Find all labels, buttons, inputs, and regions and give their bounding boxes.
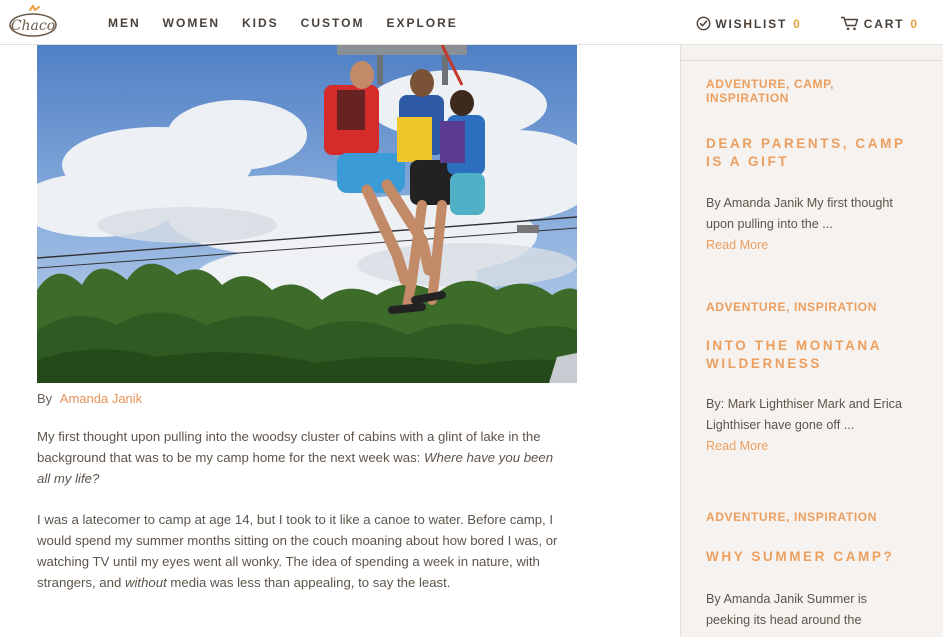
byline-prefix: By [37,391,53,406]
article-byline: By Amanda Janik [37,391,577,406]
sidebar-post: ADVENTURE, CAMP, INSPIRATION DEAR PARENT… [706,77,911,256]
post-excerpt: By Amanda Janik My first thought upon pu… [706,196,893,231]
cart-link[interactable]: CART 0 [840,16,917,31]
main-nav: MEN WOMEN KIDS CUSTOM EXPLORE [108,16,480,30]
post-title[interactable]: INTO THE MONTANA WILDERNESS [706,337,911,373]
wishlist-count: 0 [793,16,800,31]
related-posts-sidebar: ADVENTURE, CAMP, INSPIRATION DEAR PARENT… [680,45,943,637]
read-more-link[interactable]: Read More [706,235,911,256]
sidebar-post: ADVENTURE, INSPIRATION WHY SUMMER CAMP? … [706,510,911,631]
paragraph-2-emphasis: without [124,575,167,590]
article-main: By Amanda Janik My first thought upon pu… [37,45,577,593]
nav-women[interactable]: WOMEN [163,16,220,30]
cart-label: CART [863,16,905,31]
site-header: Chaco MEN WOMEN KIDS CUSTOM EXPLORE WISH… [0,0,943,45]
sidebar-post: ADVENTURE, INSPIRATION INTO THE MONTANA … [706,300,911,457]
read-more-link[interactable]: Read More [706,436,911,457]
post-categories[interactable]: ADVENTURE, INSPIRATION [706,300,911,314]
cart-count: 0 [910,16,917,31]
nav-custom[interactable]: CUSTOM [301,16,365,30]
paragraph-2-text-after: media was less than appealing, to say th… [166,575,451,590]
hero-image [37,45,577,383]
check-circle-icon [696,16,711,31]
cart-icon [840,16,860,31]
post-title[interactable]: WHY SUMMER CAMP? [706,548,911,566]
chaco-logo[interactable]: Chaco [8,4,58,38]
post-categories[interactable]: ADVENTURE, INSPIRATION [706,510,911,524]
post-excerpt: By Amanda Janik Summer is peeking its he… [706,592,867,627]
author-link[interactable]: Amanda Janik [60,391,142,406]
nav-explore[interactable]: EXPLORE [386,16,457,30]
wishlist-link[interactable]: WISHLIST 0 [696,16,800,31]
article-paragraph-1: My first thought upon pulling into the w… [37,426,567,489]
logo-text: Chaco [11,18,55,34]
nav-men[interactable]: MEN [108,16,141,30]
post-categories[interactable]: ADVENTURE, CAMP, INSPIRATION [706,77,911,105]
sidebar-divider [681,60,941,61]
post-excerpt: By: Mark Lighthiser Mark and Erica Light… [706,397,902,432]
article-paragraph-2: I was a latecomer to camp at age 14, but… [37,509,567,593]
post-title[interactable]: DEAR PARENTS, CAMP IS A GIFT [706,135,911,171]
wishlist-label: WISHLIST [715,16,788,31]
nav-kids[interactable]: KIDS [242,16,279,30]
utility-nav: WISHLIST 0 CART 0 [656,16,917,31]
